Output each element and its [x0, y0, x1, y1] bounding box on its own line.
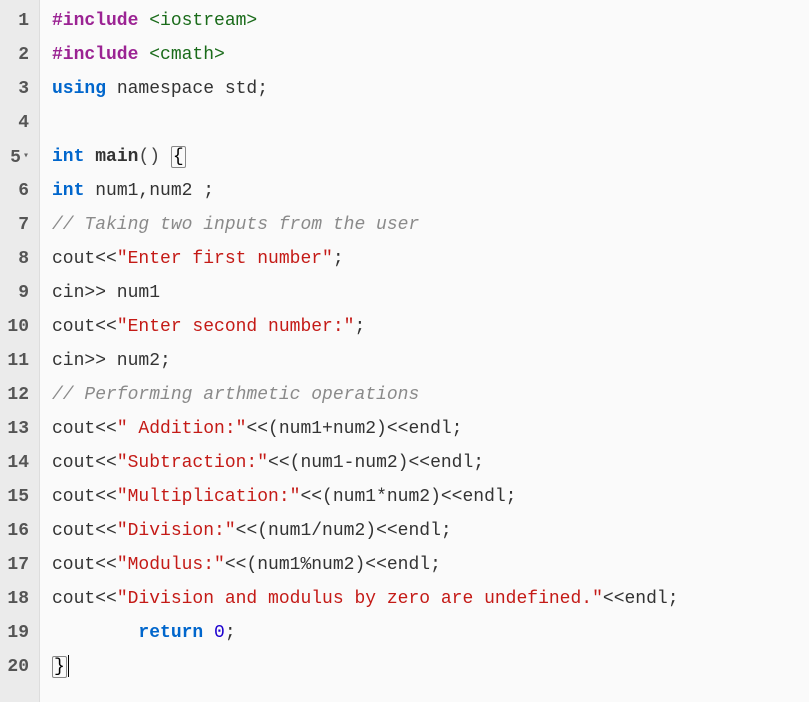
code-line[interactable]: cout<<"Subtraction:"<<(num1-num2)<<endl;	[52, 446, 809, 480]
token-num: 0	[214, 623, 225, 643]
code-line[interactable]	[52, 106, 809, 140]
token-ident: ;	[354, 317, 365, 337]
code-line[interactable]: #include <cmath>	[52, 38, 809, 72]
code-line[interactable]: cout<<"Division:"<<(num1/num2)<<endl;	[52, 514, 809, 548]
token-include: <cmath>	[149, 45, 225, 65]
token-preproc: #include	[52, 11, 149, 31]
token-op: ()	[138, 147, 170, 167]
token-return: return	[138, 623, 214, 643]
token-func: main	[95, 147, 138, 167]
token-ident: ;	[225, 623, 236, 643]
line-number: 3	[4, 72, 29, 106]
line-number: 16	[4, 514, 29, 548]
code-line[interactable]: cout<<"Multiplication:"<<(num1*num2)<<en…	[52, 480, 809, 514]
line-number: 18	[4, 582, 29, 616]
code-line[interactable]: cin>> num1	[52, 276, 809, 310]
code-line[interactable]: cout<<"Enter first number";	[52, 242, 809, 276]
token-ident: cout<<	[52, 453, 117, 473]
token-ident: cout<<	[52, 249, 117, 269]
code-line[interactable]: int main() {	[52, 140, 809, 174]
token-preproc: #include	[52, 45, 149, 65]
token-comment: // Taking two inputs from the user	[52, 215, 419, 235]
line-number-gutter: 12345▾67891011121314151617181920	[0, 0, 40, 702]
line-number: 2	[4, 38, 29, 72]
code-line[interactable]: #include <iostream>	[52, 4, 809, 38]
code-line[interactable]: cout<<" Addition:"<<(num1+num2)<<endl;	[52, 412, 809, 446]
line-number: 9	[4, 276, 29, 310]
line-number: 1	[4, 4, 29, 38]
line-number: 5▾	[4, 140, 29, 174]
token-ident: <<(num1-num2)<<endl;	[268, 453, 484, 473]
line-number: 11	[4, 344, 29, 378]
code-line[interactable]: }	[52, 650, 809, 684]
line-number: 10	[4, 310, 29, 344]
line-number: 12	[4, 378, 29, 412]
token-ident: <<(num1%num2)<<endl;	[225, 555, 441, 575]
code-area[interactable]: #include <iostream>#include <cmath>using…	[40, 0, 809, 702]
token-string: "Division:"	[117, 521, 236, 541]
line-number: 20	[4, 650, 29, 684]
token-ident: <<(num1*num2)<<endl;	[300, 487, 516, 507]
token-ident: cout<<	[52, 487, 117, 507]
token-ident: <<(num1+num2)<<endl;	[246, 419, 462, 439]
code-line[interactable]: // Taking two inputs from the user	[52, 208, 809, 242]
line-number: 4	[4, 106, 29, 140]
token-cursor	[68, 655, 70, 677]
line-number: 15	[4, 480, 29, 514]
token-type: int	[52, 147, 95, 167]
token-ident: namespace std;	[117, 79, 268, 99]
token-ident: <<(num1/num2)<<endl;	[236, 521, 452, 541]
token-ident: cout<<	[52, 317, 117, 337]
code-line[interactable]: cout<<"Modulus:"<<(num1%num2)<<endl;	[52, 548, 809, 582]
code-line[interactable]: // Performing arthmetic operations	[52, 378, 809, 412]
token-string: "Subtraction:"	[117, 453, 268, 473]
token-string: "Multiplication:"	[117, 487, 301, 507]
token-brace: }	[52, 656, 67, 678]
token-ident: cout<<	[52, 589, 117, 609]
token-using: using	[52, 79, 117, 99]
fold-toggle-icon[interactable]: ▾	[23, 140, 29, 174]
line-number: 8	[4, 242, 29, 276]
token-ident: num1,num2 ;	[95, 181, 214, 201]
token-ident: cout<<	[52, 419, 117, 439]
code-line[interactable]: cin>> num2;	[52, 344, 809, 378]
token-string: "Division and modulus by zero are undefi…	[117, 589, 603, 609]
token-brace: {	[171, 146, 186, 168]
line-number: 17	[4, 548, 29, 582]
code-line[interactable]: cout<<"Division and modulus by zero are …	[52, 582, 809, 616]
code-line[interactable]: return 0;	[52, 616, 809, 650]
token-string: " Addition:"	[117, 419, 247, 439]
token-comment: // Performing arthmetic operations	[52, 385, 419, 405]
line-number: 7	[4, 208, 29, 242]
token-type: int	[52, 181, 95, 201]
code-line[interactable]: cout<<"Enter second number:";	[52, 310, 809, 344]
token-ident: <<endl;	[603, 589, 679, 609]
token-ident: cin>> num1	[52, 283, 160, 303]
token-ident: cout<<	[52, 521, 117, 541]
token-include: <iostream>	[149, 11, 257, 31]
code-line[interactable]: int num1,num2 ;	[52, 174, 809, 208]
token-string: "Enter second number:"	[117, 317, 355, 337]
token-string: "Enter first number"	[117, 249, 333, 269]
token-ident: ;	[333, 249, 344, 269]
token-ident: cout<<	[52, 555, 117, 575]
token-ident: cin>> num2;	[52, 351, 171, 371]
code-line[interactable]: using namespace std;	[52, 72, 809, 106]
code-editor[interactable]: 12345▾67891011121314151617181920 #includ…	[0, 0, 809, 702]
line-number: 14	[4, 446, 29, 480]
line-number: 6	[4, 174, 29, 208]
token-string: "Modulus:"	[117, 555, 225, 575]
line-number: 19	[4, 616, 29, 650]
line-number: 13	[4, 412, 29, 446]
